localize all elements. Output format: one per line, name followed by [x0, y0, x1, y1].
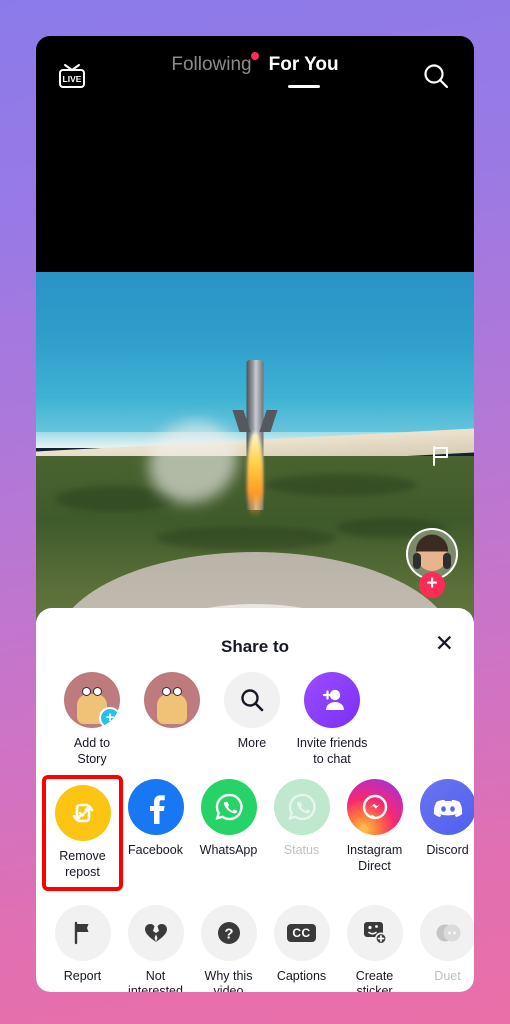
flag-icon	[54, 904, 111, 961]
feed-tabs: Following For You	[36, 52, 474, 88]
share-item-label: Remove repost	[59, 849, 106, 879]
share-item-label: Invite friends to chat	[296, 736, 368, 766]
share-item-duet[interactable]: Duet	[411, 904, 474, 993]
share-item-label: Discord	[426, 843, 469, 858]
share-item-invite-friends[interactable]: Invite friends to chat	[292, 672, 372, 767]
share-item-label: Report	[63, 968, 102, 983]
flag-icon[interactable]	[430, 444, 452, 473]
phone-frame: LIVE Following For You + Share to ✕ + Ad…	[36, 36, 474, 992]
create-sticker-icon	[346, 904, 403, 961]
share-item-instagram-direct[interactable]: Instagram Direct	[338, 779, 411, 886]
search-icon[interactable]	[416, 56, 456, 96]
share-item-label: Captions	[276, 968, 327, 983]
share-row-accounts: + Add to Story More Invite friends to ch…	[36, 664, 474, 771]
share-item-label: Duet	[434, 968, 461, 983]
whatsapp-icon	[200, 779, 257, 836]
svg-text:?: ?	[224, 925, 233, 942]
discord-icon	[419, 779, 474, 836]
tab-for-you-label: For You	[268, 54, 339, 75]
share-item-report[interactable]: Report	[46, 904, 119, 993]
tab-following-label: Following	[171, 54, 252, 75]
share-row-actions: Report Not interested ? Why this video C…	[36, 891, 474, 993]
share-item-more[interactable]: More	[212, 672, 292, 767]
share-item-label: WhatsApp	[199, 843, 258, 858]
share-item-status[interactable]: Status	[265, 779, 338, 886]
share-item-label: Add to Story	[73, 736, 111, 766]
share-item-discord[interactable]: Discord	[411, 779, 474, 886]
add-badge-icon: +	[99, 707, 120, 728]
follow-button[interactable]: +	[419, 572, 445, 598]
avatar-story-icon: +	[64, 672, 120, 728]
close-icon[interactable]: ✕	[435, 630, 454, 656]
share-sheet-header: Share to ✕	[36, 630, 474, 664]
repost-icon	[54, 785, 111, 842]
tab-underline	[287, 85, 320, 88]
share-item-not-interested[interactable]: Not interested	[119, 904, 192, 993]
broken-heart-icon	[127, 904, 184, 961]
captions-icon: CC	[273, 904, 330, 961]
tab-for-you[interactable]: For You	[268, 54, 339, 88]
share-row-apps: Remove repost Facebook WhatsApp Status I…	[36, 771, 474, 891]
notification-dot	[250, 52, 259, 60]
share-item-why-this-video[interactable]: ? Why this video	[192, 904, 265, 993]
instagram-direct-icon	[346, 779, 403, 836]
share-item-label: Why this video	[204, 968, 253, 993]
question-icon: ?	[200, 904, 257, 961]
share-item-remove-repost[interactable]: Remove repost	[42, 775, 123, 891]
share-item-create-sticker[interactable]: Create sticker	[338, 904, 411, 993]
share-item-label: Facebook	[128, 843, 183, 858]
share-item-captions[interactable]: CC Captions	[265, 904, 338, 993]
share-sheet: Share to ✕ + Add to Story More Invite fr…	[36, 608, 474, 992]
whatsapp-status-icon	[273, 779, 330, 836]
share-item-facebook[interactable]: Facebook	[119, 779, 192, 886]
share-item-label: More	[237, 736, 267, 750]
share-item-label: Create sticker	[355, 968, 394, 993]
share-item-label: Status	[283, 843, 320, 858]
tab-following[interactable]: Following	[171, 52, 259, 80]
share-item-whatsapp[interactable]: WhatsApp	[192, 779, 265, 886]
engine-plume	[247, 432, 263, 518]
share-item-label: Instagram Direct	[346, 843, 403, 873]
add-person-icon	[304, 672, 360, 728]
share-item-label: Not interested	[128, 968, 183, 993]
share-sheet-title: Share to	[220, 637, 290, 656]
share-item-add-to-story[interactable]: + Add to Story	[52, 672, 132, 767]
search-icon	[224, 672, 280, 728]
top-navigation: LIVE Following For You	[36, 36, 474, 116]
avatar-icon	[144, 672, 200, 728]
duet-icon	[419, 904, 474, 961]
share-item-avatar[interactable]	[132, 672, 212, 767]
facebook-icon	[127, 779, 184, 836]
